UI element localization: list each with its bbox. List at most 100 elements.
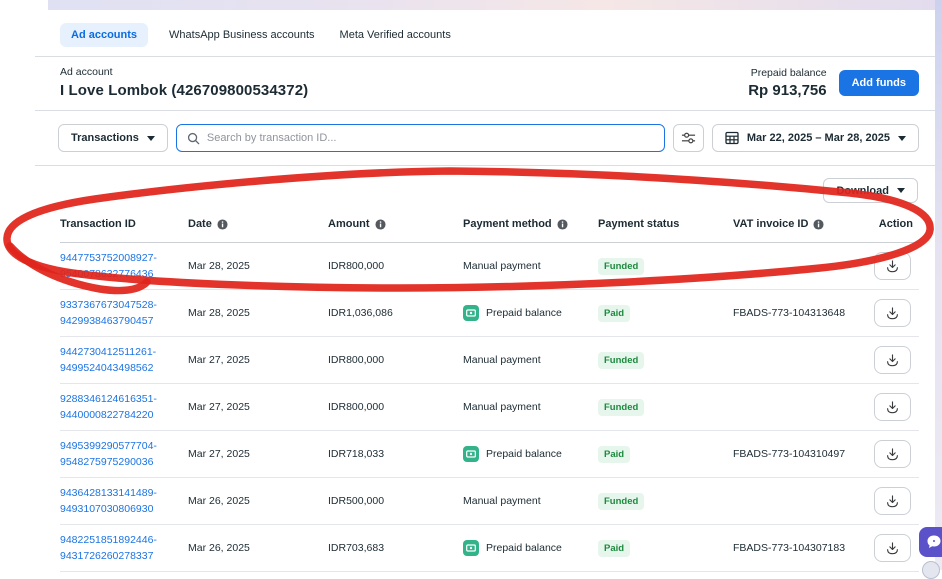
table-toolbar: Download <box>35 166 935 205</box>
download-invoice-button[interactable] <box>874 299 911 327</box>
info-icon[interactable] <box>375 219 386 230</box>
payment-status-cell: Paid <box>598 290 733 337</box>
payment-status-cell: Funded <box>598 243 733 290</box>
transaction-id-link[interactable]: 9447753752008927-9540078632776436 <box>60 250 180 283</box>
download-invoice-button[interactable] <box>874 252 911 280</box>
chat-bubble-icon <box>926 534 942 550</box>
transaction-id-link[interactable]: 9436428133141489-9493107030806930 <box>60 485 180 518</box>
status-badge: Paid <box>598 305 630 322</box>
download-invoice-button[interactable] <box>874 487 911 515</box>
table-header-row: Transaction ID Date Amount Payment metho… <box>60 205 919 243</box>
transaction-row: 9436428133141489-9493107030806930 Mar 26… <box>60 478 919 525</box>
transaction-type-dropdown[interactable]: Transactions <box>58 124 168 152</box>
transaction-id-link[interactable]: 9288346124616351-9440000822784220 <box>60 391 180 424</box>
vat-invoice-cell: FBADS-773-104310497 <box>733 431 861 478</box>
transaction-id-link[interactable]: 9337367673047528-9429938463790457 <box>60 297 180 330</box>
tab-whatsapp-business-accounts[interactable]: WhatsApp Business accounts <box>165 23 319 47</box>
transaction-row: 9482251851892446-9431726260278337 Mar 26… <box>60 525 919 572</box>
chevron-down-icon <box>147 136 155 141</box>
info-icon[interactable] <box>217 219 228 230</box>
download-icon <box>885 400 900 415</box>
download-label: Download <box>836 185 889 197</box>
transaction-id-link[interactable]: 9442730412511261-9499524043498562 <box>60 344 180 377</box>
transaction-id-link[interactable]: 9482251851892446-9431726260278337 <box>60 532 180 565</box>
vat-invoice-cell <box>733 478 861 525</box>
transaction-id-link[interactable]: 9495399290577704-9548275975290036 <box>60 438 180 471</box>
payment-method-cell: Prepaid balance <box>463 525 598 572</box>
prepaid-balance: Prepaid balance Rp 913,756 <box>748 67 826 99</box>
vat-invoice-cell <box>733 384 861 431</box>
date-range-label: Mar 22, 2025 – Mar 28, 2025 <box>747 132 890 144</box>
help-widget-button[interactable] <box>922 561 940 579</box>
date-cell: Mar 28, 2025 <box>188 243 328 290</box>
transaction-row: 9442730412511261-9499524043498562 Mar 27… <box>60 337 919 384</box>
vat-invoice-cell: FBADS-773-104313648 <box>733 290 861 337</box>
amount-cell: IDR1,036,086 <box>328 290 463 337</box>
chevron-down-icon <box>897 188 905 193</box>
chevron-down-icon <box>898 136 906 141</box>
filter-row: Transactions <box>35 111 935 165</box>
payment-method-cell: Prepaid balance <box>463 290 598 337</box>
date-cell: Mar 27, 2025 <box>188 384 328 431</box>
filter-settings-icon[interactable] <box>673 124 704 152</box>
transactions-table: Transaction ID Date Amount Payment metho… <box>60 205 919 572</box>
payment-status-cell: Paid <box>598 431 733 478</box>
status-badge: Funded <box>598 352 644 369</box>
amount-cell: IDR800,000 <box>328 337 463 384</box>
transaction-row: 9447753752008927-9540078632776436 Mar 28… <box>60 243 919 290</box>
account-type-tabs: Ad accounts WhatsApp Business accounts M… <box>35 10 935 57</box>
payment-method-label: Prepaid balance <box>486 542 562 554</box>
prepaid-balance-icon <box>463 446 479 462</box>
payment-method-label: Manual payment <box>463 354 541 366</box>
sliders-icon <box>681 131 696 145</box>
download-invoice-button[interactable] <box>874 440 911 468</box>
col-amount: Amount <box>328 205 463 243</box>
download-button[interactable]: Download <box>823 178 918 203</box>
amount-cell: IDR500,000 <box>328 478 463 525</box>
download-icon <box>885 541 900 556</box>
info-icon[interactable] <box>813 219 824 230</box>
payment-method-cell: Manual payment <box>463 243 598 290</box>
chat-widget-button[interactable] <box>919 527 942 557</box>
date-range-picker[interactable]: Mar 22, 2025 – Mar 28, 2025 <box>712 124 919 152</box>
date-cell: Mar 27, 2025 <box>188 431 328 478</box>
col-date: Date <box>188 205 328 243</box>
vat-invoice-cell <box>733 337 861 384</box>
date-cell: Mar 26, 2025 <box>188 525 328 572</box>
search-input[interactable] <box>207 132 654 144</box>
page-background-gradient <box>48 0 942 10</box>
date-cell: Mar 26, 2025 <box>188 478 328 525</box>
add-funds-button[interactable]: Add funds <box>839 70 919 96</box>
col-payment-status: Payment status <box>598 205 733 243</box>
download-invoice-button[interactable] <box>874 346 911 374</box>
tab-meta-verified-accounts[interactable]: Meta Verified accounts <box>336 23 455 47</box>
amount-cell: IDR800,000 <box>328 243 463 290</box>
search-box[interactable] <box>176 124 665 152</box>
date-cell: Mar 27, 2025 <box>188 337 328 384</box>
payment-status-cell: Funded <box>598 384 733 431</box>
prepaid-balance-icon <box>463 540 479 556</box>
payment-status-cell: Paid <box>598 525 733 572</box>
download-invoice-button[interactable] <box>874 393 911 421</box>
payment-method-label: Manual payment <box>463 401 541 413</box>
download-icon <box>885 494 900 509</box>
prepaid-balance-label: Prepaid balance <box>748 67 826 79</box>
transaction-row: 9337367673047528-9429938463790457 Mar 28… <box>60 290 919 337</box>
payment-method-cell: Manual payment <box>463 478 598 525</box>
calendar-icon <box>725 131 739 145</box>
status-badge: Funded <box>598 493 644 510</box>
amount-cell: IDR703,683 <box>328 525 463 572</box>
account-name: I Love Lombok (426709800534372) <box>60 82 308 99</box>
payment-method-label: Manual payment <box>463 260 541 272</box>
billing-activity-card: Ad accounts WhatsApp Business accounts M… <box>35 10 935 570</box>
vat-invoice-cell <box>733 243 861 290</box>
download-icon <box>885 353 900 368</box>
download-invoice-button[interactable] <box>874 534 911 562</box>
account-header: Ad account I Love Lombok (42670980053437… <box>35 57 935 111</box>
tab-ad-accounts[interactable]: Ad accounts <box>60 23 148 47</box>
download-icon <box>885 259 900 274</box>
payment-status-cell: Funded <box>598 478 733 525</box>
info-icon[interactable] <box>557 219 568 230</box>
page-background-right-strip <box>935 0 942 570</box>
account-label: Ad account <box>60 66 308 78</box>
